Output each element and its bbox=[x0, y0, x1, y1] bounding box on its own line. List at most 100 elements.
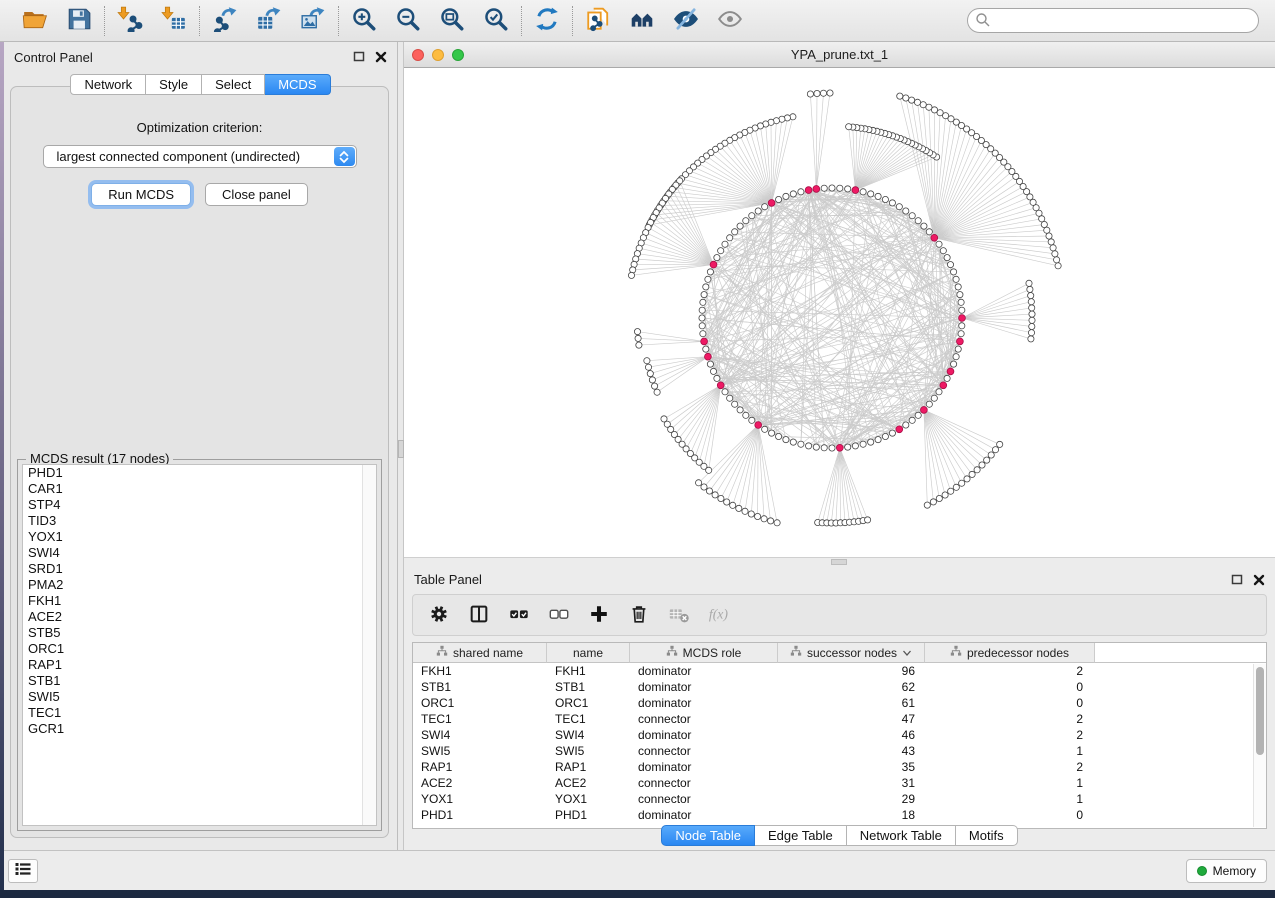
tab-network[interactable]: Network bbox=[70, 74, 146, 95]
search-input[interactable] bbox=[967, 8, 1259, 33]
tab-network-table[interactable]: Network Table bbox=[847, 825, 956, 846]
mcds-result-item[interactable]: STP4 bbox=[23, 497, 376, 513]
mcds-result-item[interactable]: SRD1 bbox=[23, 561, 376, 577]
hide-details-button[interactable] bbox=[671, 6, 701, 36]
close-table-panel-icon[interactable] bbox=[1252, 573, 1265, 586]
cell-shared_name[interactable]: PHD1 bbox=[413, 807, 547, 823]
columns-button[interactable] bbox=[467, 603, 491, 627]
table-row[interactable]: ORC1ORC1dominator610 bbox=[413, 695, 1266, 711]
zoom-in-button[interactable] bbox=[349, 6, 379, 36]
cell-mcds_role[interactable]: dominator bbox=[630, 807, 778, 823]
cell-shared_name[interactable]: FKH1 bbox=[413, 663, 547, 679]
deselect-all-button[interactable] bbox=[547, 603, 571, 627]
column-header-successor_nodes[interactable]: successor nodes bbox=[778, 643, 925, 663]
cell-successor_nodes[interactable]: 61 bbox=[778, 695, 925, 711]
mcds-result-item[interactable]: YOX1 bbox=[23, 529, 376, 545]
cell-successor_nodes[interactable]: 46 bbox=[778, 727, 925, 743]
mcds-result-item[interactable]: TEC1 bbox=[23, 705, 376, 721]
network-canvas[interactable] bbox=[404, 68, 1271, 557]
cell-shared_name[interactable]: STB1 bbox=[413, 679, 547, 695]
zoom-selected-button[interactable] bbox=[481, 6, 511, 36]
cell-predecessor_nodes[interactable]: 0 bbox=[925, 695, 1095, 711]
cell-successor_nodes[interactable]: 18 bbox=[778, 807, 925, 823]
mcds-result-list[interactable]: PHD1CAR1STP4TID3YOX1SWI4SRD1PMA2FKH1ACE2… bbox=[22, 464, 377, 826]
cell-mcds_role[interactable]: connector bbox=[630, 711, 778, 727]
import-table-button[interactable] bbox=[159, 6, 189, 36]
cell-successor_nodes[interactable]: 62 bbox=[778, 679, 925, 695]
cell-name[interactable]: ORC1 bbox=[547, 695, 630, 711]
float-panel-icon[interactable] bbox=[352, 51, 365, 64]
cell-mcds_role[interactable]: dominator bbox=[630, 663, 778, 679]
table-row[interactable]: YOX1YOX1connector291 bbox=[413, 791, 1266, 807]
criterion-select[interactable]: largest connected component (undirected) bbox=[43, 145, 357, 168]
cell-name[interactable]: TEC1 bbox=[547, 711, 630, 727]
cell-shared_name[interactable]: RAP1 bbox=[413, 759, 547, 775]
run-mcds-button[interactable]: Run MCDS bbox=[91, 183, 191, 206]
zoom-fit-button[interactable] bbox=[437, 6, 467, 36]
birdseye-view-button[interactable] bbox=[627, 6, 657, 36]
cell-predecessor_nodes[interactable]: 0 bbox=[925, 679, 1095, 695]
table-scrollbar[interactable] bbox=[1253, 664, 1266, 827]
mcds-result-item[interactable]: GCR1 bbox=[23, 721, 376, 737]
column-header-mcds_role[interactable]: MCDS role bbox=[630, 643, 778, 663]
zoom-out-button[interactable] bbox=[393, 6, 423, 36]
cell-successor_nodes[interactable]: 35 bbox=[778, 759, 925, 775]
cell-name[interactable]: STB1 bbox=[547, 679, 630, 695]
cell-shared_name[interactable]: ACE2 bbox=[413, 775, 547, 791]
cell-name[interactable]: SWI4 bbox=[547, 727, 630, 743]
table-scrollbar-thumb[interactable] bbox=[1256, 667, 1264, 755]
column-header-predecessor_nodes[interactable]: predecessor nodes bbox=[925, 643, 1095, 663]
cell-predecessor_nodes[interactable]: 1 bbox=[925, 775, 1095, 791]
cell-successor_nodes[interactable]: 31 bbox=[778, 775, 925, 791]
delete-button[interactable] bbox=[627, 603, 651, 627]
cell-mcds_role[interactable]: connector bbox=[630, 791, 778, 807]
table-row[interactable]: SWI5SWI5connector431 bbox=[413, 743, 1266, 759]
panel-list-button[interactable] bbox=[8, 859, 38, 883]
mcds-result-item[interactable]: STB5 bbox=[23, 625, 376, 641]
cell-mcds_role[interactable]: dominator bbox=[630, 679, 778, 695]
memory-button[interactable]: Memory bbox=[1186, 859, 1267, 883]
mcds-result-item[interactable]: SWI4 bbox=[23, 545, 376, 561]
table-row[interactable]: RAP1RAP1dominator352 bbox=[413, 759, 1266, 775]
export-network-button[interactable] bbox=[210, 6, 240, 36]
cell-predecessor_nodes[interactable]: 0 bbox=[925, 807, 1095, 823]
export-image-button[interactable] bbox=[298, 6, 328, 36]
add-button[interactable] bbox=[587, 603, 611, 627]
clone-network-button[interactable] bbox=[583, 6, 613, 36]
cell-predecessor_nodes[interactable]: 1 bbox=[925, 743, 1095, 759]
cell-predecessor_nodes[interactable]: 2 bbox=[925, 759, 1095, 775]
horizontal-splitter[interactable] bbox=[404, 557, 1275, 565]
mcds-result-item[interactable]: PHD1 bbox=[23, 465, 376, 481]
mcds-result-item[interactable]: FKH1 bbox=[23, 593, 376, 609]
mcds-result-item[interactable]: SWI5 bbox=[23, 689, 376, 705]
export-table-button[interactable] bbox=[254, 6, 284, 36]
vertical-splitter-handle[interactable] bbox=[398, 440, 404, 458]
tab-mcds[interactable]: MCDS bbox=[265, 74, 330, 95]
gear-button[interactable] bbox=[427, 603, 451, 627]
tab-edge-table[interactable]: Edge Table bbox=[755, 825, 847, 846]
cell-mcds_role[interactable]: dominator bbox=[630, 727, 778, 743]
cell-name[interactable]: SWI5 bbox=[547, 743, 630, 759]
mcds-result-item[interactable]: RAP1 bbox=[23, 657, 376, 673]
cell-shared_name[interactable]: SWI4 bbox=[413, 727, 547, 743]
cell-name[interactable]: FKH1 bbox=[547, 663, 630, 679]
table-row[interactable]: FKH1FKH1dominator962 bbox=[413, 663, 1266, 679]
cell-shared_name[interactable]: SWI5 bbox=[413, 743, 547, 759]
cell-successor_nodes[interactable]: 29 bbox=[778, 791, 925, 807]
cell-mcds_role[interactable]: connector bbox=[630, 743, 778, 759]
cell-predecessor_nodes[interactable]: 2 bbox=[925, 663, 1095, 679]
tab-motifs[interactable]: Motifs bbox=[956, 825, 1018, 846]
refresh-button[interactable] bbox=[532, 6, 562, 36]
cell-shared_name[interactable]: YOX1 bbox=[413, 791, 547, 807]
mcds-result-item[interactable]: PMA2 bbox=[23, 577, 376, 593]
mcds-result-item[interactable]: ACE2 bbox=[23, 609, 376, 625]
cell-predecessor_nodes[interactable]: 2 bbox=[925, 727, 1095, 743]
table-row[interactable]: STB1STB1dominator620 bbox=[413, 679, 1266, 695]
show-details-button[interactable] bbox=[715, 6, 745, 36]
cell-name[interactable]: RAP1 bbox=[547, 759, 630, 775]
cell-mcds_role[interactable]: connector bbox=[630, 775, 778, 791]
import-network-button[interactable] bbox=[115, 6, 145, 36]
cell-successor_nodes[interactable]: 96 bbox=[778, 663, 925, 679]
mcds-result-item[interactable]: CAR1 bbox=[23, 481, 376, 497]
tab-select[interactable]: Select bbox=[202, 74, 265, 95]
